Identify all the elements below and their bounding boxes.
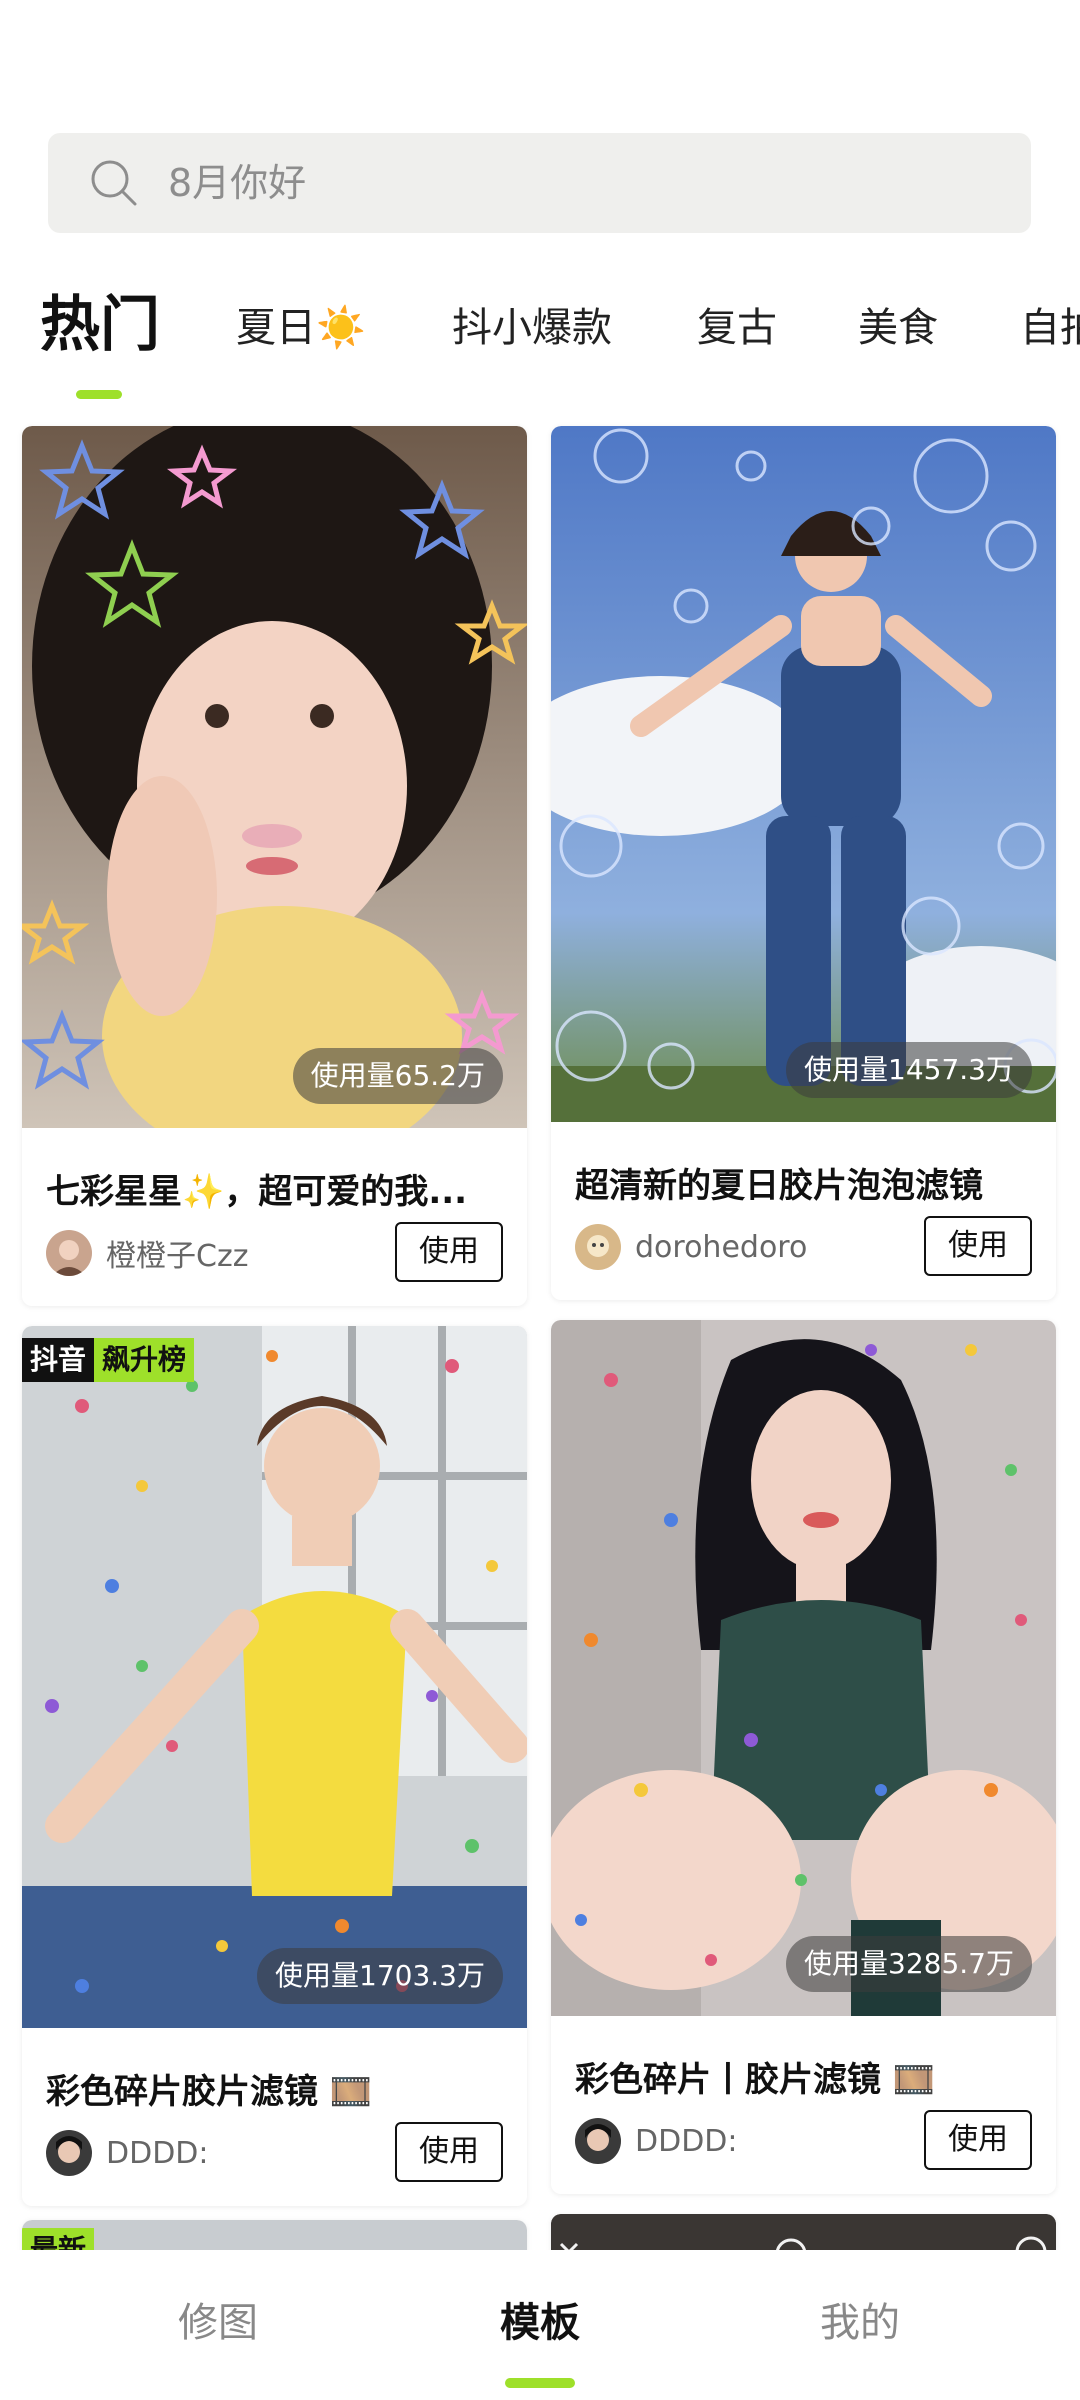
author-name: 橙橙子Czz (106, 1239, 249, 1274)
badge-new: 最新 (22, 2228, 95, 2250)
use-button[interactable]: 使用 (924, 1216, 1032, 1276)
active-nav-indicator (505, 2378, 575, 2388)
template-card[interactable]: 最新 (22, 2220, 527, 2250)
portrait-image (551, 2214, 1056, 2250)
search-bar[interactable]: 8月你好 (48, 133, 1031, 233)
usage-count: 使用量3285.7万 (786, 1936, 1032, 1992)
card-title: 彩色碎片胶片滤镜 🎞️ (46, 2072, 373, 2112)
author-name: DDDD: (635, 2123, 738, 2159)
template-thumbnail[interactable]: 使用量65.2万 (22, 426, 527, 1128)
author-name: DDDD: (106, 2135, 209, 2171)
author[interactable]: DDDD: (46, 2130, 209, 2176)
usage-count: 使用量1703.3万 (257, 1948, 503, 2004)
card-title: 七彩星星✨，超可爱的我... (46, 1172, 468, 1212)
search-placeholder: 8月你好 (168, 161, 307, 205)
selfie-stars-image (22, 426, 527, 1128)
template-thumbnail[interactable] (551, 2214, 1056, 2250)
template-card[interactable]: 使用量3285.7万 彩色碎片丨胶片滤镜 🎞️ DDDD: 使用 (551, 1320, 1056, 2194)
confetti-portrait-image (551, 1320, 1056, 2016)
template-thumbnail[interactable]: 抖音 飙升榜 使用量1703.3万 (22, 1326, 527, 2028)
avatar (46, 1230, 92, 1276)
avatar (575, 1224, 621, 1270)
nav-profile[interactable]: 我的 (820, 2290, 900, 2348)
card-title: 超清新的夏日胶片泡泡滤镜 (575, 1166, 983, 1206)
card-title: 彩色碎片丨胶片滤镜 🎞️ (575, 2060, 936, 2100)
use-button[interactable]: 使用 (395, 1222, 503, 1282)
template-card[interactable]: 使用量1457.3万 超清新的夏日胶片泡泡滤镜 dorohedoro 使用 (551, 426, 1056, 1300)
template-thumbnail[interactable]: 使用量1457.3万 (551, 426, 1056, 1122)
badge-rising: 飙升榜 (94, 1338, 195, 1382)
tab-hot[interactable]: 热门 (40, 290, 160, 360)
category-tabs: 热门 夏日☀️ 抖小爆款 复古 美食 自拍 (0, 290, 1080, 410)
bubble-summer-image (551, 426, 1056, 1122)
badge-douyin: 抖音 (22, 1338, 95, 1382)
new-badge: 最新 (22, 2228, 95, 2250)
search-icon (91, 160, 137, 206)
avatar (575, 2118, 621, 2164)
template-thumbnail[interactable]: 使用量3285.7万 (551, 1320, 1056, 2016)
usage-count: 使用量1457.3万 (786, 1042, 1032, 1098)
author[interactable]: DDDD: (575, 2118, 738, 2164)
author-name: dorohedoro (635, 1229, 808, 1265)
tab-food[interactable]: 美食 (858, 298, 938, 358)
nav-templates[interactable]: 模板 (500, 2290, 580, 2348)
tab-selfie[interactable]: 自拍 (1020, 298, 1080, 358)
template-feed[interactable]: 使用量65.2万 七彩星星✨，超可爱的我... 橙橙子Czz 使用 使用量145… (0, 420, 1080, 2250)
nav-edit[interactable]: 修图 (178, 2290, 258, 2348)
tab-summer[interactable]: 夏日☀️ (236, 298, 366, 358)
avatar (46, 2130, 92, 2176)
author[interactable]: 橙橙子Czz (46, 1230, 248, 1276)
usage-count: 使用量65.2万 (292, 1048, 503, 1104)
active-tab-indicator (76, 390, 122, 399)
template-card[interactable]: 抖音 飙升榜 使用量1703.3万 彩色碎片胶片滤镜 🎞️ DDDD: 使用 (22, 1326, 527, 2206)
author[interactable]: dorohedoro (575, 1224, 807, 1270)
tab-douyin-hits[interactable]: 抖小爆款 (452, 298, 612, 358)
template-card[interactable] (551, 2214, 1056, 2250)
confetti-film-image (22, 1326, 527, 2028)
rank-badge: 抖音 飙升榜 (22, 1338, 195, 1382)
use-button[interactable]: 使用 (924, 2110, 1032, 2170)
template-thumbnail[interactable]: 最新 (22, 2220, 527, 2250)
template-card[interactable]: 使用量65.2万 七彩星星✨，超可爱的我... 橙橙子Czz 使用 (22, 426, 527, 1306)
tab-retro[interactable]: 复古 (697, 298, 777, 358)
use-button[interactable]: 使用 (395, 2122, 503, 2182)
